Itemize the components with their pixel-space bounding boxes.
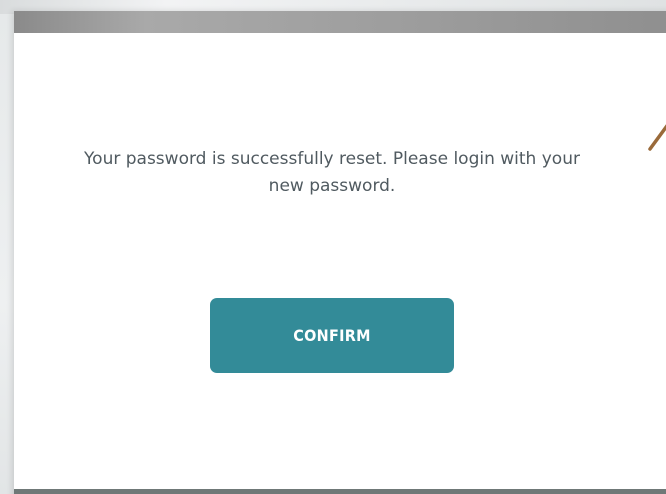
background-left-strip: [0, 14, 14, 494]
password-reset-dialog: Your password is successfully reset. Ple…: [14, 11, 666, 494]
confirm-button[interactable]: CONFIRM: [210, 298, 454, 373]
success-message: Your password is successfully reset. Ple…: [84, 149, 580, 196]
decorative-stroke-icon: [648, 124, 666, 151]
dialog-footer-bar: [14, 489, 666, 494]
page-background: { "dialog": { "message": "Your password …: [0, 0, 666, 494]
dialog-header-bar: [14, 11, 666, 33]
